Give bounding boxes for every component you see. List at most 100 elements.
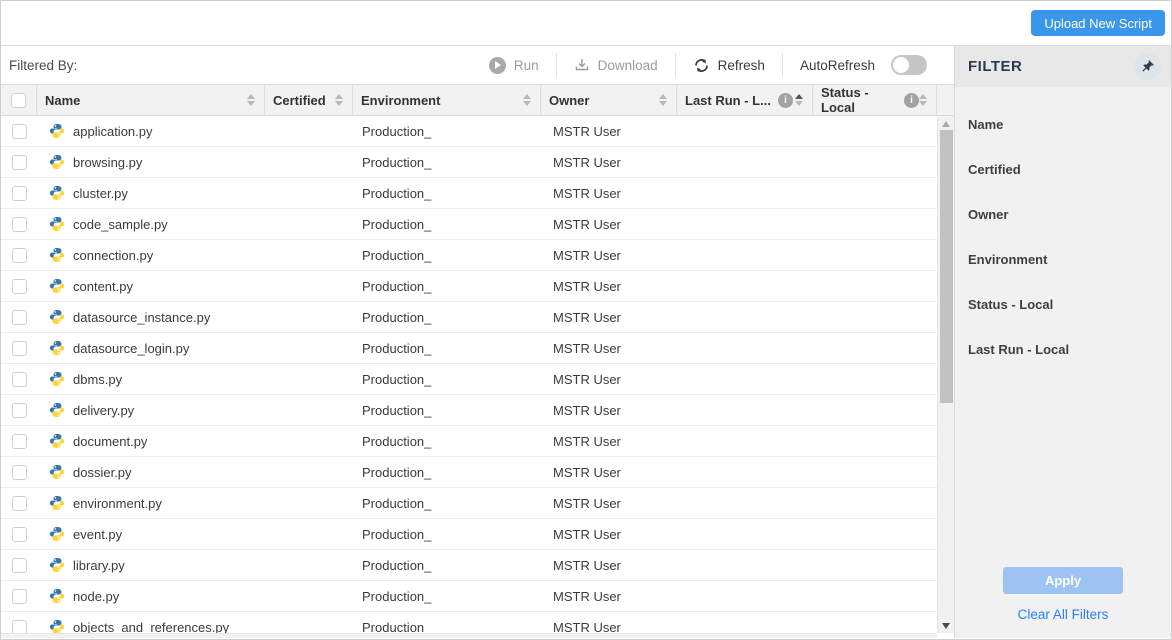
script-name-cell[interactable]: library.py	[37, 557, 265, 573]
script-name-cell[interactable]: event.py	[37, 526, 265, 542]
table-row[interactable]: document.py Production_ MSTR User	[1, 426, 954, 457]
download-button[interactable]: Download	[556, 53, 675, 77]
table-row[interactable]: delivery.py Production_ MSTR User	[1, 395, 954, 426]
sort-icons[interactable]	[335, 94, 343, 106]
row-environment: Production_	[353, 155, 541, 170]
table-row[interactable]: dbms.py Production_ MSTR User	[1, 364, 954, 395]
row-environment: Production_	[353, 279, 541, 294]
row-checkbox-cell	[1, 589, 37, 604]
row-environment: Production_	[353, 589, 541, 604]
python-file-icon	[49, 557, 65, 573]
table-row[interactable]: browsing.py Production_ MSTR User	[1, 147, 954, 178]
script-table-body: application.py Production_ MSTR User bro	[1, 116, 954, 638]
script-name-cell[interactable]: dbms.py	[37, 371, 265, 387]
table-row[interactable]: connection.py Production_ MSTR User	[1, 240, 954, 271]
table-row[interactable]: event.py Production_ MSTR User	[1, 519, 954, 550]
row-checkbox[interactable]	[12, 310, 27, 325]
row-checkbox[interactable]	[12, 248, 27, 263]
info-icon[interactable]: i	[778, 93, 793, 108]
row-checkbox[interactable]	[12, 217, 27, 232]
table-row[interactable]: datasource_login.py Production_ MSTR Use…	[1, 333, 954, 364]
row-checkbox[interactable]	[12, 496, 27, 511]
pin-button[interactable]	[1134, 53, 1161, 80]
script-name-cell[interactable]: delivery.py	[37, 402, 265, 418]
script-name-cell[interactable]: content.py	[37, 278, 265, 294]
filter-item[interactable]: Certified	[968, 162, 1158, 177]
row-checkbox[interactable]	[12, 372, 27, 387]
vertical-scrollbar[interactable]	[937, 116, 954, 633]
table-row[interactable]: node.py Production_ MSTR User	[1, 581, 954, 612]
script-name-cell[interactable]: datasource_login.py	[37, 340, 265, 356]
python-file-icon	[49, 371, 65, 387]
row-checkbox[interactable]	[12, 465, 27, 480]
script-name-cell[interactable]: document.py	[37, 433, 265, 449]
row-checkbox[interactable]	[12, 527, 27, 542]
script-name: delivery.py	[73, 403, 134, 418]
filter-item[interactable]: Last Run - Local	[968, 342, 1158, 357]
select-all-checkbox[interactable]	[11, 93, 26, 108]
column-header-name[interactable]: Name	[37, 85, 265, 115]
filter-item[interactable]: Environment	[968, 252, 1158, 267]
filter-item[interactable]: Status - Local	[968, 297, 1158, 312]
autorefresh-toggle[interactable]	[891, 55, 927, 75]
row-checkbox[interactable]	[12, 341, 27, 356]
sort-icons-active[interactable]	[795, 94, 803, 106]
script-name-cell[interactable]: browsing.py	[37, 154, 265, 170]
script-name-cell[interactable]: environment.py	[37, 495, 265, 511]
row-checkbox[interactable]	[12, 155, 27, 170]
table-row[interactable]: cluster.py Production_ MSTR User	[1, 178, 954, 209]
clear-all-filters-link[interactable]: Clear All Filters	[1018, 607, 1109, 622]
row-checkbox-cell	[1, 279, 37, 294]
filter-item[interactable]: Name	[968, 117, 1158, 132]
python-file-icon	[49, 278, 65, 294]
table-row[interactable]: application.py Production_ MSTR User	[1, 116, 954, 147]
run-button[interactable]: Run	[472, 53, 556, 77]
row-environment: Production_	[353, 372, 541, 387]
script-name-cell[interactable]: dossier.py	[37, 464, 265, 480]
table-row[interactable]: environment.py Production_ MSTR User	[1, 488, 954, 519]
scroll-up-arrow-icon[interactable]	[942, 121, 950, 127]
script-name-cell[interactable]: application.py	[37, 123, 265, 139]
table-row[interactable]: library.py Production_ MSTR User	[1, 550, 954, 581]
filter-item[interactable]: Owner	[968, 207, 1158, 222]
column-header-owner[interactable]: Owner	[541, 85, 677, 115]
row-checkbox[interactable]	[12, 403, 27, 418]
column-label: Owner	[549, 93, 589, 108]
row-checkbox[interactable]	[12, 186, 27, 201]
row-checkbox[interactable]	[12, 558, 27, 573]
refresh-button[interactable]: Refresh	[675, 53, 782, 77]
row-environment: Production_	[353, 434, 541, 449]
table-row[interactable]: dossier.py Production_ MSTR User	[1, 457, 954, 488]
script-name-cell[interactable]: connection.py	[37, 247, 265, 263]
column-header-status-local[interactable]: Status - Local i	[813, 85, 937, 115]
header-filler	[937, 85, 954, 115]
filter-item-label: Owner	[968, 207, 1008, 222]
script-name: event.py	[73, 527, 122, 542]
sort-icons[interactable]	[659, 94, 667, 106]
row-checkbox[interactable]	[12, 589, 27, 604]
refresh-label: Refresh	[718, 58, 765, 73]
apply-button[interactable]: Apply	[1003, 567, 1123, 594]
column-header-certified[interactable]: Certified	[265, 85, 353, 115]
script-name-cell[interactable]: datasource_instance.py	[37, 309, 265, 325]
upload-new-script-button[interactable]: Upload New Script	[1031, 10, 1165, 36]
script-name-cell[interactable]: code_sample.py	[37, 216, 265, 232]
scroll-down-arrow-icon[interactable]	[942, 623, 950, 629]
sort-icons[interactable]	[919, 94, 927, 106]
row-checkbox[interactable]	[12, 124, 27, 139]
column-header-environment[interactable]: Environment	[353, 85, 541, 115]
script-name-cell[interactable]: node.py	[37, 588, 265, 604]
table-row[interactable]: datasource_instance.py Production_ MSTR …	[1, 302, 954, 333]
row-checkbox[interactable]	[12, 279, 27, 294]
row-checkbox[interactable]	[12, 434, 27, 449]
script-name-cell[interactable]: cluster.py	[37, 185, 265, 201]
scrollbar-thumb[interactable]	[940, 130, 953, 403]
sort-icons[interactable]	[247, 94, 255, 106]
table-row[interactable]: code_sample.py Production_ MSTR User	[1, 209, 954, 240]
info-icon[interactable]: i	[904, 93, 919, 108]
table-row[interactable]: content.py Production_ MSTR User	[1, 271, 954, 302]
column-header-last-run[interactable]: Last Run - L... i	[677, 85, 813, 115]
sort-icons[interactable]	[523, 94, 531, 106]
row-owner: MSTR User	[541, 124, 677, 139]
horizontal-scrollbar[interactable]	[1, 633, 937, 638]
